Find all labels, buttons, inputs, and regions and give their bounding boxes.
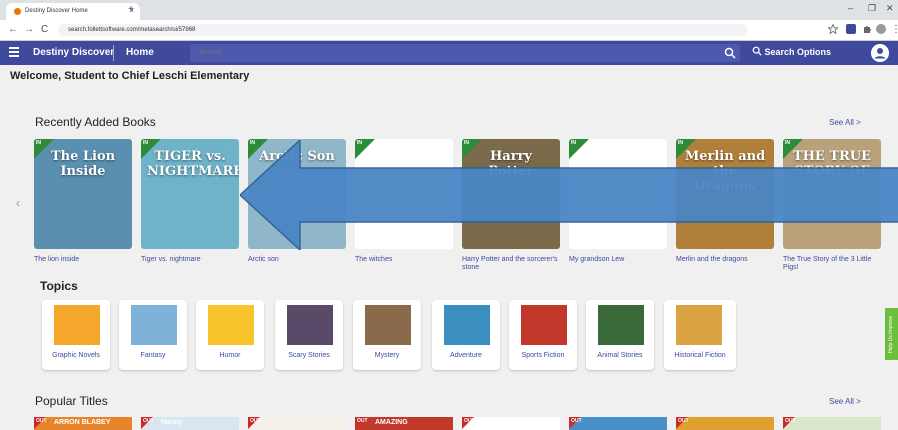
popular-cover-text: ARRON BLABEY [54, 419, 111, 426]
topic-image [521, 305, 567, 345]
topic-image [676, 305, 722, 345]
popular-cover-text: AMAZING [375, 419, 408, 426]
search-icon[interactable] [724, 47, 736, 59]
checked-out-badge-label: OUT [250, 418, 261, 424]
popular-book-cover[interactable]: OUT [569, 417, 667, 430]
book-cover[interactable]: IN The Lion Inside [34, 139, 132, 249]
see-all-recent-link[interactable]: See All > [829, 118, 861, 127]
browser-tab[interactable]: Destiny Discover Home × [6, 3, 140, 20]
feedback-tab[interactable]: Help Us Improve [885, 308, 898, 360]
restore-button[interactable]: ❐ [868, 3, 876, 14]
tab-title: Destiny Discover Home [25, 8, 88, 14]
topic-image [444, 305, 490, 345]
home-link[interactable]: Home [126, 47, 154, 58]
checked-out-badge-label: OUT [143, 418, 154, 424]
window-close-button[interactable]: ✕ [886, 3, 894, 14]
topic-card[interactable]: Fantasy [119, 300, 187, 370]
topic-card[interactable]: Historical Fiction [664, 300, 736, 370]
topic-label: Animal Stories [597, 352, 643, 359]
checked-out-badge-label: OUT [464, 418, 475, 424]
welcome-heading: Welcome, Student to Chief Leschi Element… [10, 70, 250, 82]
topic-card[interactable]: Animal Stories [586, 300, 654, 370]
popular-book-cover[interactable]: OUT ARRON BLABEY [34, 417, 132, 430]
book-title-link[interactable]: Harry Potter and the sorcerer's stone [462, 256, 562, 272]
topic-label: Fantasy [140, 352, 166, 359]
topic-card[interactable]: Humor [196, 300, 264, 370]
popular-book-cover[interactable]: OUT [676, 417, 774, 430]
browser-menu-icon[interactable]: ⋮ [891, 24, 898, 35]
puzzle-icon[interactable] [862, 24, 872, 34]
topic-card[interactable]: Adventure [432, 300, 500, 370]
availability-badge-label: IN [143, 140, 148, 146]
topic-card[interactable]: Mystery [353, 300, 421, 370]
topic-label: Scary Stories [288, 352, 330, 359]
user-account-icon[interactable] [871, 44, 889, 62]
topic-label: Adventure [450, 352, 482, 359]
topic-card[interactable]: Graphic Novels [42, 300, 110, 370]
popular-book-cover[interactable]: OUT [783, 417, 881, 430]
topic-label: Humor [219, 352, 241, 359]
popular-book-cover[interactable]: OUT AMAZING [355, 417, 453, 430]
cover-text: TIGER vs. NIGHTMARE [147, 149, 239, 179]
header-divider [113, 45, 114, 61]
app-header: Destiny Discover Home Search Options [0, 41, 898, 65]
cover-text: The Lion Inside [50, 149, 116, 179]
book-title-link[interactable]: The lion inside [34, 256, 134, 264]
search-input[interactable] [190, 44, 740, 62]
topic-card[interactable]: Sports Fiction [509, 300, 577, 370]
minimize-button[interactable]: – [848, 3, 853, 13]
availability-badge-label: IN [36, 140, 41, 146]
checked-out-badge-label: OUT [36, 418, 47, 424]
book-title-link[interactable]: Merlin and the dragons [676, 256, 776, 264]
topic-label: Graphic Novels [52, 352, 100, 359]
search-options-label: Search Options [764, 47, 832, 57]
book-cover[interactable]: IN TIGER vs. NIGHTMARE [141, 139, 239, 249]
topic-label: Historical Fiction [674, 352, 726, 359]
checked-out-badge-label: OUT [571, 418, 582, 424]
popular-book-cover[interactable]: OUT Nancy [141, 417, 239, 430]
topic-image [208, 305, 254, 345]
profile-icon[interactable] [876, 24, 886, 34]
hamburger-menu-icon[interactable] [9, 47, 19, 59]
popular-titles-title: Popular Titles [35, 394, 108, 408]
topic-image [131, 305, 177, 345]
popular-book-cover[interactable]: OUT [462, 417, 560, 430]
see-all-popular-link[interactable]: See All > [829, 397, 861, 406]
checked-out-badge-label: OUT [785, 418, 796, 424]
topic-card[interactable]: Scary Stories [275, 300, 343, 370]
recently-added-title: Recently Added Books [35, 115, 156, 129]
reload-button[interactable]: C [41, 24, 48, 35]
browser-tabstrip: Destiny Discover Home × + – ❐ ✕ [0, 0, 898, 20]
forward-button[interactable]: → [24, 24, 34, 35]
search-options-button[interactable]: Search Options [752, 46, 831, 57]
search-options-icon [752, 46, 762, 56]
popular-cover-text: Nancy [161, 419, 183, 426]
topic-image [598, 305, 644, 345]
topic-image [287, 305, 333, 345]
topic-image [365, 305, 411, 345]
back-button[interactable]: ← [8, 24, 18, 35]
topics-title: Topics [40, 279, 78, 293]
popular-book-cover[interactable]: OUT [248, 417, 346, 430]
favicon-icon [14, 8, 21, 15]
book-title-link[interactable]: The True Story of the 3 Little Pigs! [783, 256, 883, 272]
checked-out-badge-label: OUT [678, 418, 689, 424]
extension-icon[interactable] [846, 24, 856, 34]
book-title-link[interactable]: Arctic son [248, 256, 348, 264]
carousel-prev-icon[interactable]: ‹ [16, 196, 20, 210]
callout-arrow-icon [240, 140, 898, 250]
book-title-link[interactable]: Tiger vs. nightmare [141, 256, 241, 264]
book-title-link[interactable]: The witches [355, 256, 455, 264]
url-field[interactable]: search.follettsoftware.com/metasearch/ui… [58, 24, 748, 36]
book-title-link[interactable]: My grandson Lew [569, 256, 669, 264]
star-icon[interactable] [828, 24, 838, 34]
new-tab-button[interactable]: + [128, 4, 134, 15]
brand-name[interactable]: Destiny Discover [33, 47, 114, 58]
checked-out-badge-label: OUT [357, 418, 368, 424]
address-bar-row: ← → C search.follettsoftware.com/metasea… [0, 20, 898, 41]
topic-label: Mystery [374, 352, 400, 359]
topic-image [54, 305, 100, 345]
topic-label: Sports Fiction [521, 352, 565, 359]
